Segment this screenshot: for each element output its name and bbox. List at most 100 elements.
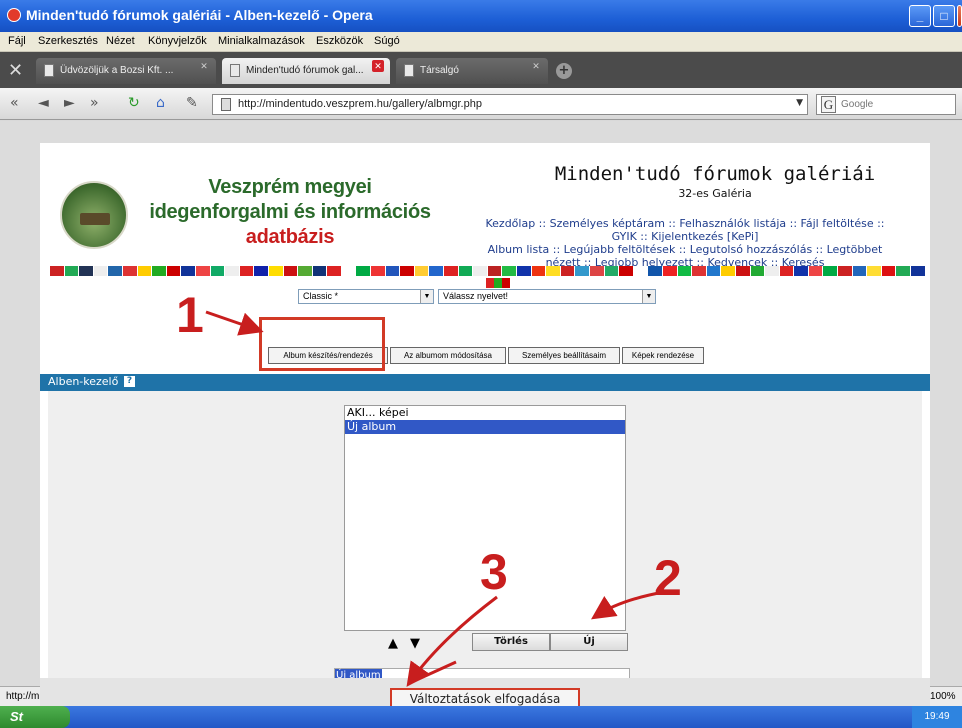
flag-icon[interactable]: [911, 266, 925, 276]
tools-icon[interactable]: ✕: [8, 60, 23, 81]
menu-help[interactable]: Súgó: [374, 35, 400, 47]
flag-icon[interactable]: [64, 266, 79, 276]
home-icon[interactable]: ⌂: [156, 95, 165, 111]
start-button[interactable]: St: [0, 706, 70, 728]
rewind-icon[interactable]: «: [10, 95, 19, 111]
language-select[interactable]: Válassz nyelvet! ▼: [438, 289, 656, 304]
flag-icon[interactable]: [560, 266, 575, 276]
flag-icon[interactable]: [779, 266, 794, 276]
flag-icon[interactable]: [881, 266, 896, 276]
flag-icon[interactable]: [677, 266, 692, 276]
flag-icon[interactable]: [546, 266, 560, 276]
delete-button[interactable]: Törlés: [472, 633, 550, 651]
address-field[interactable]: http://mindentudo.veszprem.hu/gallery/al…: [212, 94, 808, 115]
reload-icon[interactable]: ↻: [128, 95, 140, 111]
close-tab-icon[interactable]: ✕: [198, 60, 210, 72]
flag-icon[interactable]: [312, 266, 327, 276]
flag-icon[interactable]: [283, 266, 298, 276]
maximize-button[interactable]: □: [933, 5, 955, 27]
flag-icon[interactable]: [502, 266, 516, 276]
flag-icon[interactable]: [122, 266, 137, 276]
flag-icon[interactable]: [823, 266, 838, 276]
fast-forward-icon[interactable]: »: [90, 95, 99, 111]
extra-flags[interactable]: [486, 278, 510, 288]
flag-icon[interactable]: [137, 266, 152, 276]
flag-icon[interactable]: [487, 266, 502, 276]
flag-icon[interactable]: [808, 266, 823, 276]
flag-icon[interactable]: [765, 266, 779, 276]
flag-icon[interactable]: [341, 266, 356, 276]
new-album-button[interactable]: Új: [550, 633, 628, 651]
flag-icon[interactable]: [210, 266, 225, 276]
flag-icon[interactable]: [648, 266, 662, 276]
tab-album-modify[interactable]: Az albumom módosítása: [390, 347, 506, 364]
flag-icon[interactable]: [838, 266, 852, 276]
flag-icon[interactable]: [896, 266, 911, 276]
tab-gallery[interactable]: Minden'tudó fórumok gal... ✕: [222, 58, 390, 84]
flag-icon[interactable]: [444, 266, 458, 276]
flag-icon[interactable]: [166, 266, 181, 276]
nav-line[interactable]: Kezdőlap :: Személyes képtáram :: Felhas…: [445, 217, 925, 230]
flag-icon[interactable]: [721, 266, 735, 276]
move-down-icon[interactable]: ▼: [407, 636, 423, 652]
search-input[interactable]: [841, 97, 951, 112]
flag-icon[interactable]: [604, 266, 619, 276]
menu-view[interactable]: Nézet: [106, 35, 135, 47]
flag-icon[interactable]: [385, 266, 400, 276]
theme-select[interactable]: Classic * ▼: [298, 289, 434, 304]
flag-icon[interactable]: [254, 266, 268, 276]
move-up-icon[interactable]: ▲: [385, 636, 401, 652]
navigation-links[interactable]: Kezdőlap :: Személyes képtáram :: Felhas…: [445, 217, 925, 269]
tab-tarsalgo[interactable]: Társalgó ✕: [396, 58, 548, 84]
flag-icon[interactable]: [414, 266, 429, 276]
menu-file[interactable]: Fájl: [8, 35, 26, 47]
menu-bookmarks[interactable]: Könyvjelzők: [148, 35, 207, 47]
nav-line[interactable]: Album lista :: Legújabb feltöltések :: L…: [445, 243, 925, 256]
menu-tools[interactable]: Eszközök: [316, 35, 363, 47]
close-button[interactable]: [957, 5, 962, 27]
flag-icon[interactable]: [867, 266, 881, 276]
help-icon[interactable]: ?: [124, 376, 135, 387]
search-field[interactable]: G: [816, 94, 956, 115]
tab-bozsi[interactable]: Üdvözöljük a Bozsi Kft. ... ✕: [36, 58, 216, 84]
flag-icon[interactable]: [852, 266, 867, 276]
back-icon[interactable]: ◄: [38, 95, 49, 111]
flag-icon[interactable]: [152, 266, 166, 276]
flag-icon[interactable]: [195, 266, 210, 276]
flag-icon[interactable]: [633, 266, 648, 276]
flag-icon[interactable]: [400, 266, 414, 276]
flag-icon[interactable]: [458, 266, 473, 276]
chevron-down-icon[interactable]: ▼: [796, 98, 803, 108]
menu-widgets[interactable]: Minialkalmazások: [218, 35, 305, 47]
flag-icon[interactable]: [225, 266, 239, 276]
flag-icon[interactable]: [327, 266, 341, 276]
flag-icon[interactable]: [371, 266, 385, 276]
flag-icon[interactable]: [93, 266, 108, 276]
flag-icon[interactable]: [662, 266, 677, 276]
language-flags[interactable]: [50, 266, 925, 278]
new-tab-icon[interactable]: +: [556, 63, 572, 79]
flag-icon[interactable]: [619, 266, 633, 276]
flag-icon[interactable]: [298, 266, 312, 276]
flag-icon[interactable]: [268, 266, 283, 276]
flag-icon[interactable]: [356, 266, 371, 276]
flag-icon[interactable]: [473, 266, 487, 276]
flag-icon[interactable]: [108, 266, 122, 276]
zoom-level[interactable]: 100%: [930, 691, 956, 702]
flag-icon[interactable]: [181, 266, 195, 276]
flag-icon[interactable]: [735, 266, 750, 276]
flag-icon[interactable]: [589, 266, 604, 276]
flag-icon[interactable]: [429, 266, 444, 276]
nav-line[interactable]: GYIK :: Kijelentkezés [KePi]: [445, 230, 925, 243]
close-tab-icon[interactable]: ✕: [372, 60, 384, 72]
flag-icon[interactable]: [794, 266, 808, 276]
flag-icon[interactable]: [50, 266, 64, 276]
flag-icon[interactable]: [575, 266, 589, 276]
flag-icon[interactable]: [692, 266, 706, 276]
close-tab-icon[interactable]: ✕: [530, 60, 542, 72]
edit-icon[interactable]: ✎: [186, 95, 198, 111]
list-item[interactable]: AKI... képei: [345, 406, 625, 420]
flag-icon[interactable]: [531, 266, 546, 276]
flag-icon[interactable]: [239, 266, 254, 276]
forward-icon[interactable]: ►: [64, 95, 75, 111]
